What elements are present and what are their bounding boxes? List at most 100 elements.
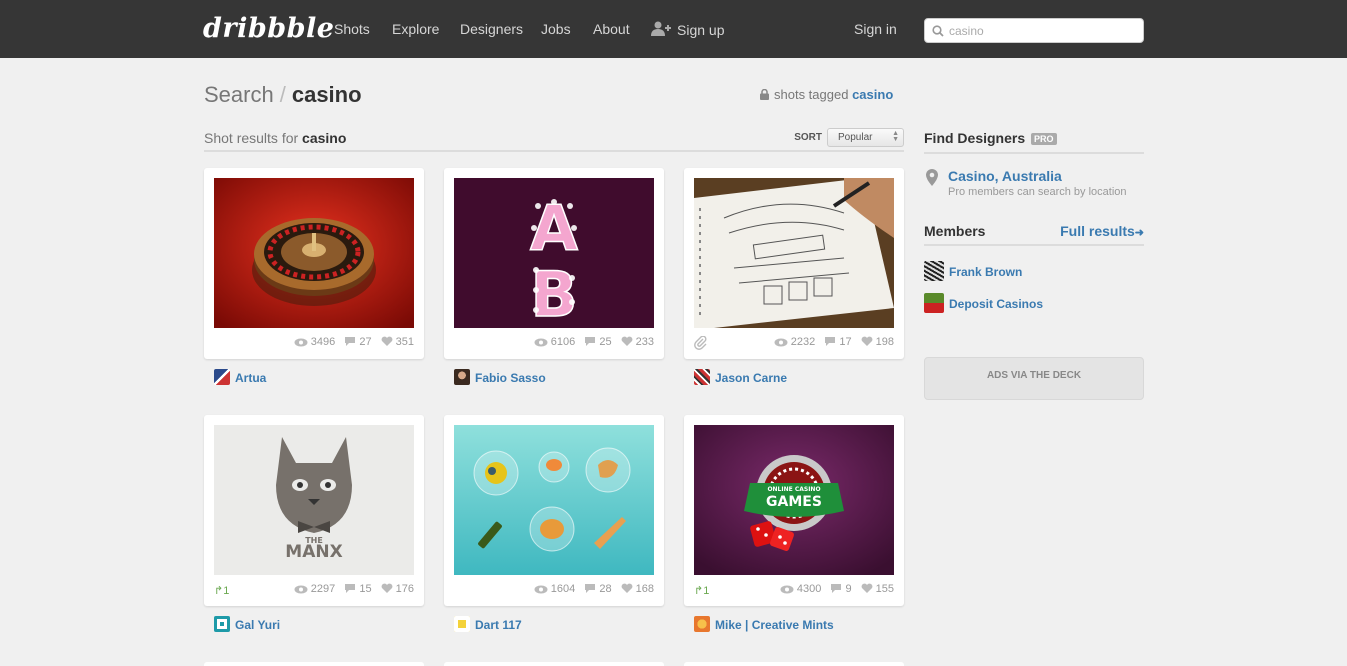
heart-icon [621, 583, 633, 593]
comment-icon [831, 584, 842, 593]
shot-card-partial [204, 662, 424, 666]
likes-count[interactable]: 155 [861, 583, 894, 595]
heart-icon [861, 336, 873, 346]
author-name: Jason Carne [715, 371, 788, 385]
shot-thumbnail-marquee-letters[interactable]: A B [454, 178, 654, 328]
search-box[interactable] [924, 18, 1144, 43]
comments-count[interactable]: 17 [824, 336, 852, 348]
nav-designers[interactable]: Designers [460, 21, 523, 37]
rebound-count[interactable]: ↱1 [214, 584, 229, 597]
shot-card[interactable]: ONLINE CASINO GAMES ↱1 4300 9 155 [684, 415, 904, 606]
comments-count[interactable]: 28 [584, 583, 612, 595]
shot-author[interactable]: Jason Carne [694, 369, 787, 386]
views-count: 2297 [294, 583, 335, 595]
shot-card[interactable]: THE MANX ↱1 2297 15 176 [204, 415, 424, 606]
crumb-query: casino [291, 82, 362, 107]
tagged-link[interactable]: shots tagged casino [760, 87, 893, 103]
heart-icon [621, 336, 633, 346]
nav-explore[interactable]: Explore [392, 21, 439, 37]
shot-thumbnail-lettering-sketch[interactable] [694, 178, 894, 328]
breadcrumb: Search / casino [204, 82, 362, 108]
search-icon [932, 25, 944, 37]
member-item[interactable]: Deposit Casinos [924, 293, 1043, 314]
shot-card[interactable]: 2232 17 198 [684, 168, 904, 359]
avatar [924, 261, 944, 281]
ads-box[interactable]: ADS VIA THE DECK [924, 357, 1144, 400]
views-count: 2232 [774, 336, 815, 348]
crumb-search[interactable]: Search [204, 82, 274, 107]
paperclip-icon[interactable] [694, 336, 708, 350]
comments-count[interactable]: 25 [584, 336, 612, 348]
nav-shots[interactable]: Shots [334, 21, 370, 37]
location-link[interactable]: Casino, Australia [948, 168, 1062, 184]
likes-count[interactable]: 233 [621, 336, 654, 348]
top-bar: dribbble Shots Explore Designers Jobs Ab… [0, 0, 1347, 58]
avatar [454, 616, 470, 632]
results-header: Shot results for casino SORT Popular ▲ ▼ [204, 128, 904, 152]
pro-badge: PRO [1031, 133, 1057, 145]
shot-stats: 1604 28 168 [528, 582, 654, 596]
signin-link[interactable]: Sign in [854, 21, 897, 37]
add-user-icon [651, 21, 671, 36]
shot-thumbnail-casino-games[interactable]: ONLINE CASINO GAMES [694, 425, 894, 575]
search-input[interactable] [949, 22, 1134, 40]
member-item[interactable]: Frank Brown [924, 261, 1022, 282]
tagged-tag[interactable]: casino [852, 87, 893, 102]
views-count: 1604 [534, 583, 575, 595]
likes-count[interactable]: 176 [381, 583, 414, 595]
shot-stats: 4300 9 155 [774, 582, 894, 596]
shot-card-partial [684, 662, 904, 666]
shot-thumbnail-roulette[interactable] [214, 178, 414, 328]
location-note: Pro members can search by location [948, 186, 1127, 198]
full-results-label: Full results [1060, 223, 1135, 239]
comment-icon [585, 584, 596, 593]
shot-author[interactable]: Gal Yuri [214, 616, 280, 633]
comments-count[interactable]: 9 [830, 583, 852, 595]
nav-jobs[interactable]: Jobs [541, 21, 571, 37]
comments-count[interactable]: 27 [344, 336, 372, 348]
location-pin-icon [926, 169, 938, 186]
shot-stats: 6106 25 233 [528, 335, 654, 349]
eye-icon [294, 585, 308, 594]
nav-about[interactable]: About [593, 21, 630, 37]
likes-count[interactable]: 198 [861, 336, 894, 348]
shot-author[interactable]: Dart 117 [454, 616, 522, 633]
comments-count[interactable]: 15 [344, 583, 372, 595]
eye-icon [294, 338, 308, 347]
likes-count[interactable]: 351 [381, 336, 414, 348]
updown-arrow-icon: ▲ ▼ [892, 130, 899, 143]
shot-thumbnail-bubble-icons[interactable] [454, 425, 654, 575]
avatar [924, 293, 944, 313]
member-name: Frank Brown [949, 265, 1023, 279]
views-count: 4300 [780, 583, 821, 595]
shot-thumbnail-the-manx[interactable]: THE MANX [214, 425, 414, 575]
member-name: Deposit Casinos [949, 297, 1044, 311]
rebound-count[interactable]: ↱1 [694, 584, 709, 597]
find-designers-title: Find Designers [924, 130, 1026, 146]
shot-stats: 2232 17 198 [768, 335, 894, 349]
full-results-link[interactable]: Full results➜ [1060, 223, 1144, 239]
shot-card[interactable]: A B 6106 25 233 [444, 168, 664, 359]
shot-stats: 3496 27 351 [288, 335, 414, 349]
shot-stats: 2297 15 176 [288, 582, 414, 596]
avatar [454, 369, 470, 385]
shot-card[interactable]: 3496 27 351 [204, 168, 424, 359]
likes-count[interactable]: 168 [621, 583, 654, 595]
dribbble-logo[interactable]: dribbble [203, 12, 334, 46]
games-text: GAMES [766, 494, 822, 510]
heart-icon [861, 583, 873, 593]
shot-author[interactable]: Artua [214, 369, 266, 386]
shot-card[interactable]: 1604 28 168 [444, 415, 664, 606]
author-name: Dart 117 [475, 618, 522, 632]
eye-icon [534, 338, 548, 347]
shot-author[interactable]: Mike | Creative Mints [694, 616, 834, 633]
heart-icon [381, 336, 393, 346]
shot-author[interactable]: Fabio Sasso [454, 369, 546, 386]
sort-select[interactable]: Popular ▲ ▼ [827, 128, 904, 147]
views-count: 6106 [534, 336, 575, 348]
arrow-right-icon: ➜ [1134, 227, 1144, 239]
shot-card-partial [444, 662, 664, 666]
comment-icon [585, 337, 596, 346]
nav-signup[interactable]: Sign up [651, 21, 724, 38]
avatar [214, 616, 230, 632]
